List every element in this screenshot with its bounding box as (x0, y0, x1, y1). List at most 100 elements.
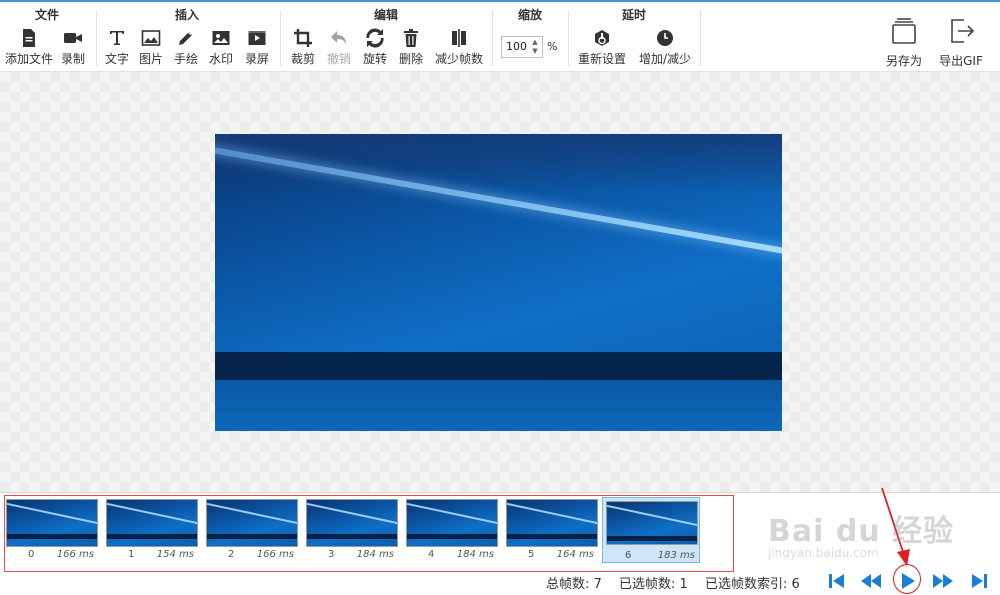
next-frame-button[interactable] (930, 570, 956, 592)
screen-record-icon (248, 31, 266, 45)
zoom-stepper[interactable]: ▲ ▼ (530, 38, 540, 56)
frame-duration: 184 ms (456, 549, 494, 560)
frame-thumbnail[interactable]: 5 164 ms (506, 499, 598, 565)
add-file-label: 添加文件 (4, 52, 53, 66)
add-file-button[interactable]: 添加文件 (4, 28, 54, 72)
frame-thumbnail[interactable]: 1 154 ms (106, 499, 198, 565)
thumbnail-beam (107, 502, 197, 527)
group-file: 文件 添加文件 录制 (0, 2, 94, 72)
thumbnail-band (607, 536, 697, 541)
draw-button[interactable]: 手绘 (166, 28, 206, 72)
adjust-delay-button[interactable]: 增加/减少 (635, 28, 695, 72)
thumbnail-image (206, 499, 298, 547)
thumbnail-beam (307, 502, 397, 527)
thumbnail-band (107, 534, 197, 539)
group-insert: 插入 文字 图片 手绘 水印 录屏 (97, 2, 277, 72)
zoom-value: 100 (506, 40, 527, 53)
frame-duration: 166 ms (256, 549, 294, 560)
preview-canvas (0, 72, 1000, 492)
thumbnail-image (506, 499, 598, 547)
group-delay: 延时 重新设置 增加/减少 (569, 2, 699, 72)
skip-to-start-icon (829, 574, 844, 588)
delete-button[interactable]: 删除 (391, 28, 431, 72)
selected-frames-status: 已选帧数: 1 (619, 577, 688, 592)
thumbnail-beam (407, 502, 497, 527)
undo-icon (331, 31, 346, 44)
clock-icon (657, 30, 673, 46)
fast-forward-icon (933, 574, 953, 588)
reset-icon (595, 30, 609, 46)
screen-record-button[interactable]: 录屏 (237, 28, 277, 72)
thumbnail-image (306, 499, 398, 547)
watermark-button[interactable]: 水印 (201, 28, 241, 72)
play-button[interactable] (895, 570, 921, 592)
frame-thumbnail[interactable]: 6 183 ms (602, 497, 700, 563)
pencil-icon (179, 31, 192, 45)
group-title-insert: 插入 (174, 8, 199, 22)
record-label: 录制 (60, 52, 85, 66)
undo-label: 撤销 (326, 52, 351, 66)
thumbnail-beam (7, 502, 97, 527)
save-as-button[interactable]: 另存为 (876, 16, 932, 72)
zoom-unit: % (547, 40, 558, 53)
frame-index: 6 (625, 550, 632, 561)
frame-index: 2 (228, 549, 235, 560)
last-frame-button[interactable] (966, 570, 992, 592)
frame-dark-band (215, 352, 782, 380)
image-label: 图片 (138, 52, 163, 66)
thumbnail-beam (507, 502, 597, 527)
rewind-icon (861, 574, 881, 588)
rotate-icon (366, 28, 384, 48)
previous-frame-button[interactable] (858, 570, 884, 592)
frame-thumbnail[interactable]: 2 166 ms (206, 499, 298, 565)
reduce-frames-button[interactable]: 减少帧数 (431, 28, 487, 72)
frame-thumbnail[interactable]: 3 184 ms (306, 499, 398, 565)
video-camera-icon (64, 33, 82, 43)
image-icon (141, 30, 161, 46)
delete-label: 删除 (398, 52, 423, 66)
thumbnail-image (6, 499, 98, 547)
export-icon (951, 19, 975, 43)
reset-delay-label: 重新设置 (577, 52, 626, 66)
record-button[interactable]: 录制 (53, 28, 93, 72)
frame-index: 1 (128, 549, 135, 560)
watermark-icon (212, 31, 230, 45)
crop-button[interactable]: 裁剪 (283, 28, 323, 72)
selected-index-status: 已选帧数索引: 6 (705, 577, 800, 592)
play-icon (902, 573, 915, 589)
frame-index: 5 (528, 549, 535, 560)
draw-label: 手绘 (173, 52, 198, 66)
frame-duration: 166 ms (56, 549, 94, 560)
first-frame-button[interactable] (824, 570, 850, 592)
total-frames-status: 总帧数: 7 (546, 577, 602, 592)
group-title-delay: 延时 (621, 8, 646, 22)
reset-delay-button[interactable]: 重新设置 (575, 28, 629, 72)
frame-thumbnail[interactable]: 4 184 ms (406, 499, 498, 565)
file-icon (23, 29, 35, 47)
zoom-input[interactable]: 100 ▲ ▼ (501, 36, 543, 58)
frame-thumbnail[interactable]: 0 166 ms (6, 499, 98, 565)
thumbnail-image (106, 499, 198, 547)
current-frame-preview (215, 134, 782, 431)
screen-record-label: 录屏 (244, 52, 269, 66)
toolbar: 文件 添加文件 录制 插入 文字 图片 手绘 水印 录屏 编辑 裁剪 撤销 旋转… (0, 0, 1000, 72)
frame-duration: 184 ms (356, 549, 394, 560)
frame-duration: 183 ms (657, 550, 695, 561)
thumbnail-band (407, 534, 497, 539)
thumbnail-band (507, 534, 597, 539)
thumbnail-band (307, 534, 397, 539)
thumbnail-band (207, 534, 297, 539)
group-title-zoom: 缩放 (517, 8, 542, 22)
separator (700, 10, 701, 66)
group-title-edit: 编辑 (373, 8, 398, 22)
export-gif-button[interactable]: 导出GIF (932, 16, 990, 72)
stepper-down-icon[interactable]: ▼ (530, 47, 540, 56)
image-button[interactable]: 图片 (131, 28, 171, 72)
undo-button[interactable]: 撤销 (319, 28, 359, 72)
frame-duration: 164 ms (556, 549, 594, 560)
rotate-button[interactable]: 旋转 (355, 28, 395, 72)
skip-to-end-icon (972, 574, 987, 588)
stepper-up-icon[interactable]: ▲ (530, 38, 540, 47)
crop-label: 裁剪 (290, 52, 315, 66)
rotate-label: 旋转 (362, 52, 387, 66)
